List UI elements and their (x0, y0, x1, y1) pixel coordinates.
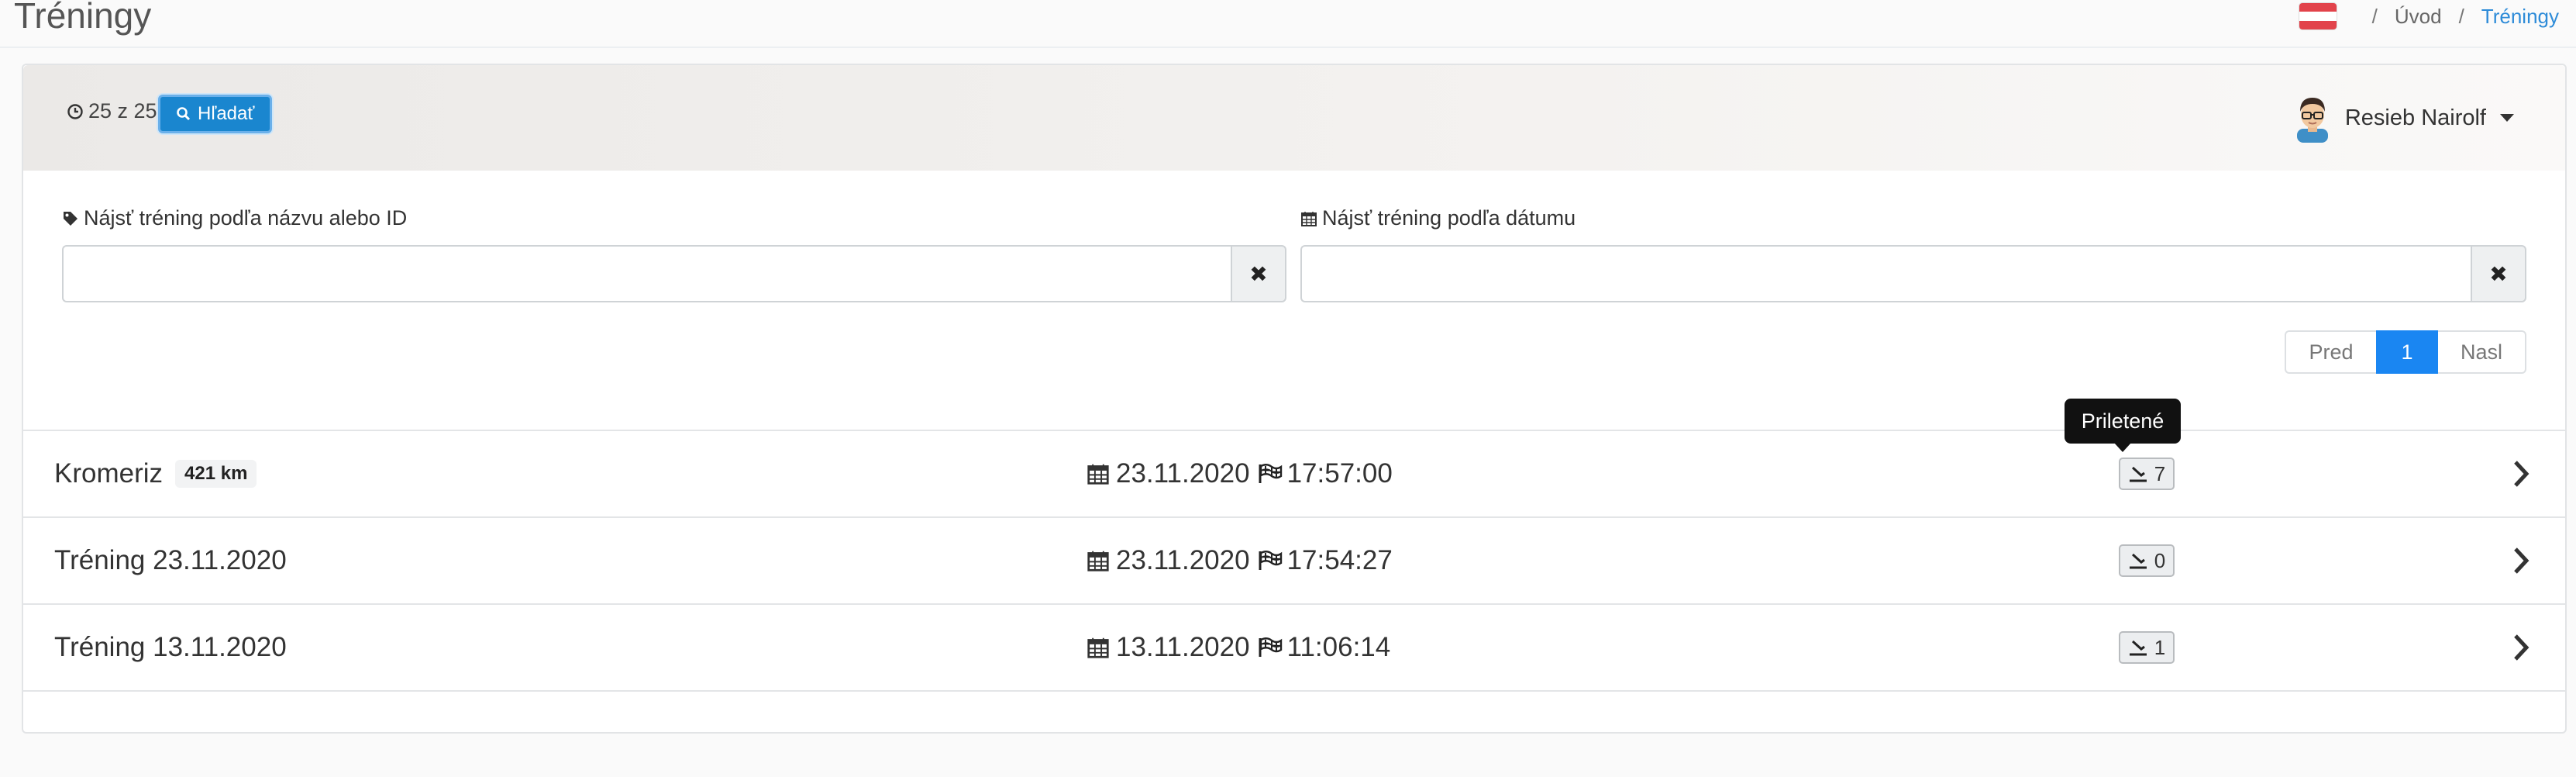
pagination-prev-button[interactable]: Pred (2285, 330, 2376, 374)
pagination-next-button[interactable]: Nasl (2438, 330, 2526, 374)
training-title: Kromeriz (54, 458, 164, 489)
chevron-right-icon[interactable] (2511, 459, 2531, 489)
name-filter-clear-button[interactable]: ✖ (1231, 245, 1286, 302)
arrived-tooltip: Priletené (2065, 399, 2181, 452)
avatar (2296, 98, 2328, 143)
list-item[interactable]: Tréning 23.11.2020 23.11.2020 17:54:27 0 (23, 516, 2565, 603)
breadcrumb-separator: / (2371, 4, 2378, 28)
tag-icon (64, 211, 77, 226)
date-filter-clear-button[interactable]: ✖ (2471, 245, 2526, 302)
date-filter-input[interactable] (1300, 245, 2471, 302)
list-item[interactable]: Kromeriz 421 km 23.11.2020 17:57:00 7 (23, 430, 2565, 516)
training-date: 23.11.2020 (1116, 545, 1250, 575)
training-datetime: 23.11.2020 17:57:00 (1087, 431, 1393, 516)
training-time: 11:06:14 (1286, 632, 1391, 662)
list-item[interactable] (23, 690, 2565, 777)
list-item[interactable]: Tréning 13.11.2020 13.11.2020 11:06:14 1 (23, 603, 2565, 690)
date-filter-label-text: Nájsť tréning podľa dátumu (1322, 206, 1576, 230)
search-button-label: Hľadať (198, 103, 255, 124)
checkered-flag-icon (1259, 637, 1282, 657)
breadcrumb: / Úvod / Tréningy (2299, 0, 2559, 33)
calendar-icon (1087, 551, 1109, 572)
name-filter-input[interactable] (62, 245, 1231, 302)
training-time: 17:54:27 (1286, 545, 1393, 575)
training-name: Tréning 23.11.2020 (54, 518, 287, 603)
chevron-right-icon[interactable] (2511, 546, 2531, 575)
landing-icon (2129, 553, 2147, 569)
training-title: Tréning 13.11.2020 (54, 632, 287, 662)
user-menu[interactable]: Resieb Nairolf (2291, 93, 2514, 143)
breadcrumb-home-link[interactable]: Úvod (2395, 5, 2442, 29)
trainings-list: Kromeriz 421 km 23.11.2020 17:57:00 7 Tr… (23, 430, 2565, 777)
calendar-icon (1087, 637, 1109, 658)
training-name: Kromeriz 421 km (54, 431, 257, 516)
page-header: Tréningy / Úvod / Tréningy (0, 0, 2576, 48)
pagination-page-1[interactable]: 1 (2376, 330, 2438, 374)
trainings-panel: 25 z 25 Hľadať Resieb Nairolf Nájsť trén… (22, 64, 2567, 734)
training-time: 17:57:00 (1286, 458, 1393, 489)
landing-icon (2129, 640, 2147, 656)
date-filter-label: Nájsť tréning podľa dátumu (1300, 206, 1576, 230)
search-button[interactable]: Hľadať (158, 95, 273, 133)
arrived-count: 1 (2154, 635, 2166, 659)
calendar-icon (1087, 464, 1109, 485)
caret-down-icon (2500, 114, 2514, 122)
name-filter-group: ✖ (62, 245, 1286, 302)
landing-icon (2129, 466, 2147, 482)
chevron-right-icon[interactable] (2511, 633, 2531, 662)
flag-austria-icon[interactable] (2299, 3, 2337, 29)
training-datetime: 23.11.2020 17:54:27 (1087, 518, 1393, 603)
arrived-badge[interactable]: 1 (2119, 631, 2175, 664)
training-date: 13.11.2020 (1116, 632, 1250, 662)
pagination: Pred 1 Nasl (2285, 330, 2526, 374)
results-counter: 25 z 25 (67, 99, 157, 123)
training-title: Tréning 23.11.2020 (54, 545, 287, 575)
arrived-badge[interactable]: 0 (2119, 544, 2175, 577)
user-name: Resieb Nairolf (2344, 105, 2486, 130)
arrived-count: 7 (2154, 461, 2166, 485)
training-name: Tréning 13.11.2020 (54, 605, 287, 690)
counter-text: 25 z 25 (88, 99, 157, 123)
calendar-icon (1301, 211, 1317, 226)
name-filter-label-text: Nájsť tréning podľa názvu alebo ID (84, 206, 408, 230)
breadcrumb-current: Tréningy (2481, 4, 2559, 28)
training-date: 23.11.2020 (1116, 458, 1250, 489)
date-filter-group: ✖ (1300, 245, 2526, 302)
page-title: Tréningy (14, 0, 152, 36)
clock-icon (67, 103, 83, 119)
search-icon (177, 107, 191, 121)
name-filter-label: Nájsť tréning podľa názvu alebo ID (62, 206, 407, 230)
breadcrumb-separator: / (2458, 4, 2464, 28)
training-datetime: 13.11.2020 11:06:14 (1087, 605, 1390, 690)
arrived-badge[interactable]: 7 (2119, 458, 2175, 490)
distance-badge: 421 km (175, 460, 257, 488)
panel-toolbar: 25 z 25 Hľadať Resieb Nairolf (23, 65, 2565, 171)
arrived-count: 0 (2154, 548, 2166, 572)
checkered-flag-icon (1259, 464, 1282, 483)
checkered-flag-icon (1259, 551, 1282, 570)
